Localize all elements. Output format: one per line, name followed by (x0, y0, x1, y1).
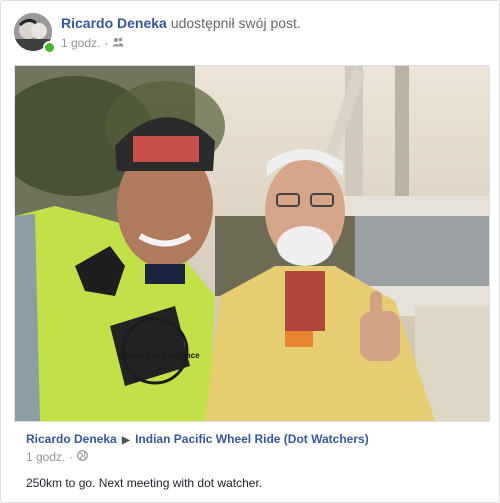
shared-timestamp[interactable]: 1 godz. (26, 450, 65, 464)
shared-post-meta: 1 godz. · (26, 450, 89, 464)
shared-target-group[interactable]: Indian Pacific Wheel Ride (Dot Watchers) (135, 432, 369, 446)
arrow-right-icon: ▶ (122, 435, 130, 446)
meta-separator: · (104, 36, 109, 50)
post-header: Ricardo Deneka udostępnił swój post. 1 go… (14, 13, 484, 54)
post-photo[interactable]: Trans Am Bike Race (14, 65, 490, 422)
friends-icon[interactable] (112, 36, 124, 50)
shared-author-name[interactable]: Ricardo Deneka (26, 432, 117, 446)
post-text: 250km to go. Next meeting with dot watch… (26, 476, 263, 490)
jersey-print: Trans Am Bike Race (123, 351, 200, 360)
post-action-text: udostępnił swój post. (170, 15, 301, 31)
online-status-dot (43, 41, 56, 54)
post-header-line: Ricardo Deneka udostępnił swój post. (61, 15, 301, 31)
post-timestamp[interactable]: 1 godz. (61, 36, 100, 50)
shared-post-header: Ricardo Deneka ▶ Indian Pacific Wheel Ri… (26, 432, 369, 446)
globe-icon[interactable] (77, 450, 89, 464)
selfie-photo: Trans Am Bike Race (15, 66, 489, 421)
author-name[interactable]: Ricardo Deneka (61, 15, 167, 31)
post-meta: 1 godz. · (61, 36, 124, 50)
post-card: Ricardo Deneka udostępnił swój post. 1 go… (0, 0, 500, 503)
meta-separator: · (69, 450, 74, 464)
